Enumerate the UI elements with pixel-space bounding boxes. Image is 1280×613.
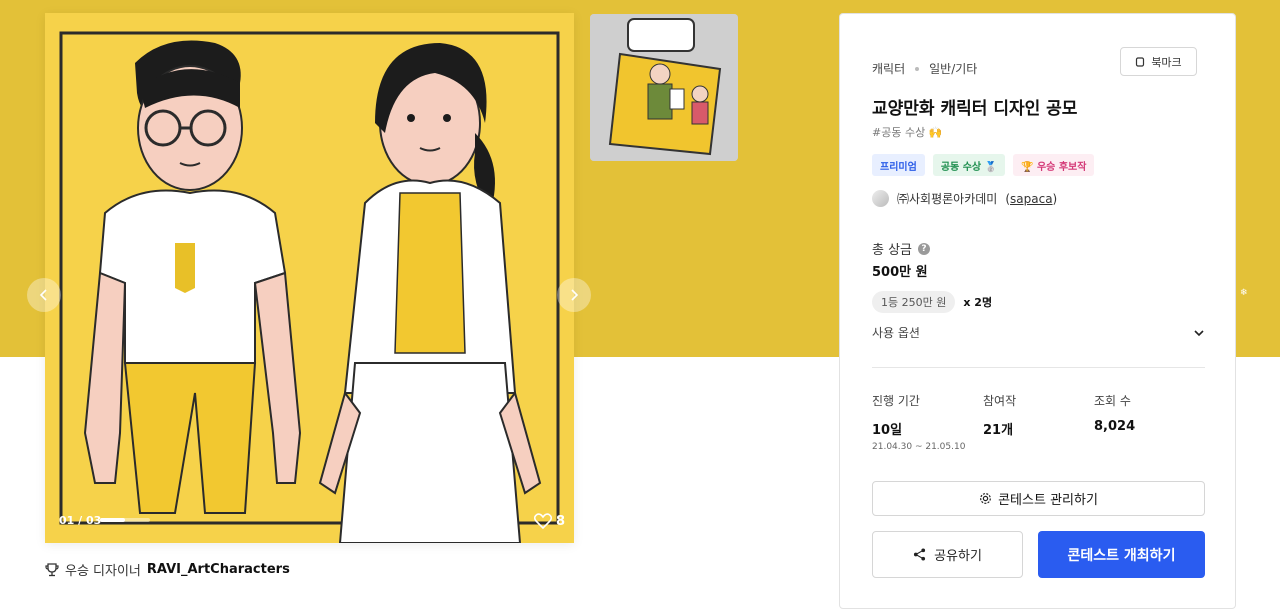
stat-period: 진행 기간 10일 21.04.30 ~ 21.05.10 xyxy=(872,392,983,452)
sparkle-icon: ❄ xyxy=(1240,288,1248,298)
premium-badge: 프리미엄 xyxy=(872,154,925,176)
bookmark-label: 북마크 xyxy=(1151,55,1182,69)
host-handle[interactable]: sapaca xyxy=(1010,192,1053,206)
manage-contest-button[interactable]: 콘테스트 관리하기 xyxy=(872,481,1205,516)
bookmark-icon xyxy=(1136,56,1145,67)
like-count: 8 xyxy=(556,513,566,529)
stat-period-value: 10일 xyxy=(872,423,903,438)
options-label: 사용 옵션 xyxy=(872,326,920,340)
host-handle-wrap: (sapaca) xyxy=(1005,191,1058,206)
winner-candidate-badge: 🏆 우승 후보작 xyxy=(1013,154,1095,176)
share-label: 공유하기 xyxy=(934,549,982,564)
breadcrumb-separator xyxy=(915,66,920,71)
host-avatar xyxy=(872,190,889,207)
bookmark-button[interactable]: 북마크 xyxy=(1120,47,1197,76)
share-button[interactable]: 공유하기 xyxy=(872,531,1023,578)
thumbnail-image[interactable] xyxy=(590,14,738,161)
gear-icon xyxy=(980,493,992,504)
help-icon[interactable]: ? xyxy=(918,242,931,255)
prize-tier-count: x 2명 xyxy=(963,296,993,309)
prize-label-text: 총 상금 xyxy=(872,243,913,258)
stat-views-value: 8,024 xyxy=(1094,419,1136,434)
breadcrumb-subcategory[interactable]: 일반/기타 xyxy=(929,60,977,77)
breadcrumb: 캐릭터 일반/기타 xyxy=(872,60,977,77)
prize-breakdown: 1등 250만 원 x 2명 xyxy=(872,291,992,313)
image-counter: 01 / 03 xyxy=(59,514,102,527)
host-info[interactable]: ㈜사회평론아카데미 (sapaca) xyxy=(872,190,1057,207)
breadcrumb-category[interactable]: 캐릭터 xyxy=(872,60,905,77)
chevron-left-icon xyxy=(39,289,47,301)
chevron-right-icon xyxy=(571,289,579,301)
thumbnail-illustration xyxy=(590,14,738,161)
hashtag[interactable]: #공동 수상 🙌 xyxy=(872,124,942,140)
stat-views: 조회 수 8,024 xyxy=(1094,392,1205,452)
previous-image-button[interactable] xyxy=(27,278,61,312)
stat-entries-label: 참여작 xyxy=(983,394,1017,408)
prize-label: 총 상금 ? xyxy=(872,239,931,258)
stat-entries-value: 21개 xyxy=(983,423,1014,438)
image-progress-fill xyxy=(100,518,125,522)
share-icon xyxy=(914,548,926,561)
joint-award-badge: 공동 수상 🥈 xyxy=(932,154,1006,176)
artwork-illustration xyxy=(45,13,574,543)
stat-views-label: 조회 수 xyxy=(1094,394,1131,408)
heart-icon xyxy=(534,513,552,529)
stat-entries: 참여작 21개 xyxy=(983,392,1094,452)
contest-info-panel: 캐릭터 일반/기타 북마크 교양만화 캐릭터 디자인 공모 #공동 수상 🙌 프… xyxy=(839,13,1236,609)
winning-designer: 우승 디자이너 RAVI_ArtCharacters xyxy=(45,560,290,579)
image-progress-bar xyxy=(100,518,150,522)
manage-contest-label: 콘테스트 관리하기 xyxy=(998,493,1098,508)
prize-tier-chip: 1등 250만 원 xyxy=(872,291,956,313)
host-name: ㈜사회평론아카데미 xyxy=(897,192,998,206)
next-image-button[interactable] xyxy=(557,278,591,312)
designer-prefix: 우승 디자이너 xyxy=(65,564,141,579)
designer-name[interactable]: RAVI_ArtCharacters xyxy=(147,562,290,577)
contest-title: 교양만화 캐릭터 디자인 공모 xyxy=(872,99,1078,119)
contest-stats: 진행 기간 10일 21.04.30 ~ 21.05.10 참여작 21개 조회… xyxy=(872,392,1205,452)
stat-period-label: 진행 기간 xyxy=(872,394,920,408)
badge-list: 프리미엄 공동 수상 🥈 🏆 우승 후보작 xyxy=(872,154,1095,176)
host-contest-button[interactable]: 콘테스트 개최하기 xyxy=(1038,531,1205,578)
chevron-down-icon xyxy=(1194,329,1204,336)
main-artwork-image[interactable] xyxy=(45,13,574,543)
divider xyxy=(872,367,1205,368)
trophy-icon xyxy=(45,562,59,576)
like-button[interactable]: 8 xyxy=(534,513,565,529)
stat-period-range: 21.04.30 ~ 21.05.10 xyxy=(872,442,966,452)
prize-total: 500만 원 xyxy=(872,265,928,280)
options-dropdown[interactable]: 사용 옵션 xyxy=(872,324,1205,341)
